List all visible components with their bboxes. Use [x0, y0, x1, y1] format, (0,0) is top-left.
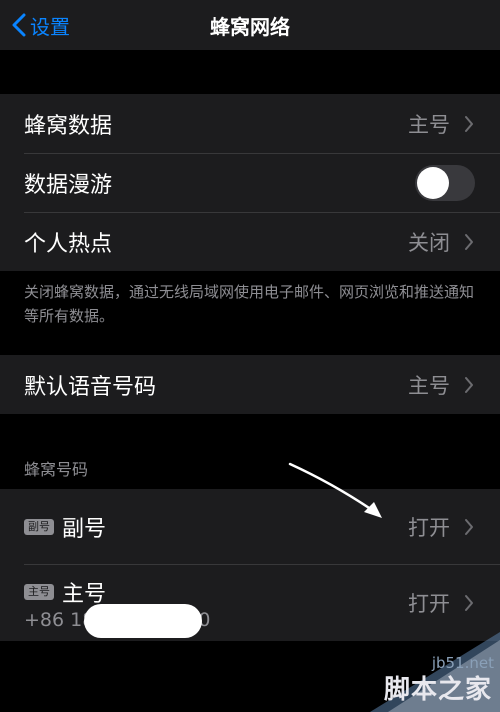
navigation-bar: 设置 蜂窝网络 [0, 0, 500, 50]
chevron-right-icon [465, 115, 473, 132]
chevron-right-icon [465, 233, 473, 250]
sim-status: 打开 [408, 515, 450, 540]
chevron-right-icon [465, 594, 473, 611]
watermark-text: 脚本之家 [383, 675, 492, 705]
cellular-data-row[interactable]: 蜂窝数据 主号 [0, 94, 500, 153]
default-voice-value: 主号 [408, 373, 450, 398]
cellular-data-label: 蜂窝数据 [24, 113, 113, 139]
sim-status: 打开 [408, 591, 450, 616]
watermark: jb51.net 脚本之家 [350, 632, 500, 712]
sim-row-secondary[interactable]: 副号 副号 打开 [0, 489, 500, 564]
sim-badge: 主号 [24, 584, 54, 600]
cellular-settings-group: 蜂窝数据 主号 数据漫游 个人热点 关闭 [0, 94, 500, 271]
personal-hotspot-label: 个人热点 [24, 231, 113, 257]
data-roaming-label: 数据漫游 [24, 172, 113, 198]
cellular-data-footnote: 关闭蜂窝数据，通过无线局域网使用电子邮件、网页浏览和推送通知等所有数据。 [24, 283, 475, 325]
default-voice-label: 默认语音号码 [24, 374, 157, 400]
sim-row-primary[interactable]: 主号 主号 +86 18 0 打开 [0, 564, 500, 641]
chevron-right-icon [465, 376, 473, 393]
data-roaming-toggle[interactable] [415, 164, 475, 201]
sim-name: 副号 [62, 516, 107, 542]
cellular-numbers-group: 副号 副号 打开 主号 主号 +86 18 0 打开 [0, 489, 500, 641]
personal-hotspot-value: 关闭 [408, 230, 450, 255]
redaction-mask [84, 604, 202, 638]
sim-label-container: 主号 主号 [24, 576, 106, 608]
toggle-knob [417, 166, 449, 199]
page-title: 蜂窝网络 [210, 14, 290, 39]
section-header-cellular-numbers: 蜂窝号码 [24, 460, 89, 479]
cellular-data-value: 主号 [408, 112, 450, 137]
default-voice-row[interactable]: 默认语音号码 主号 [0, 355, 500, 414]
sim-badge: 副号 [24, 518, 54, 535]
annotation-arrow-icon [288, 462, 382, 518]
voice-settings-group: 默认语音号码 主号 [0, 355, 500, 414]
sim-label-container: 副号 副号 [24, 511, 106, 543]
chevron-right-icon [465, 518, 473, 535]
data-roaming-row: 数据漫游 [0, 153, 500, 212]
personal-hotspot-row[interactable]: 个人热点 关闭 [0, 212, 500, 271]
